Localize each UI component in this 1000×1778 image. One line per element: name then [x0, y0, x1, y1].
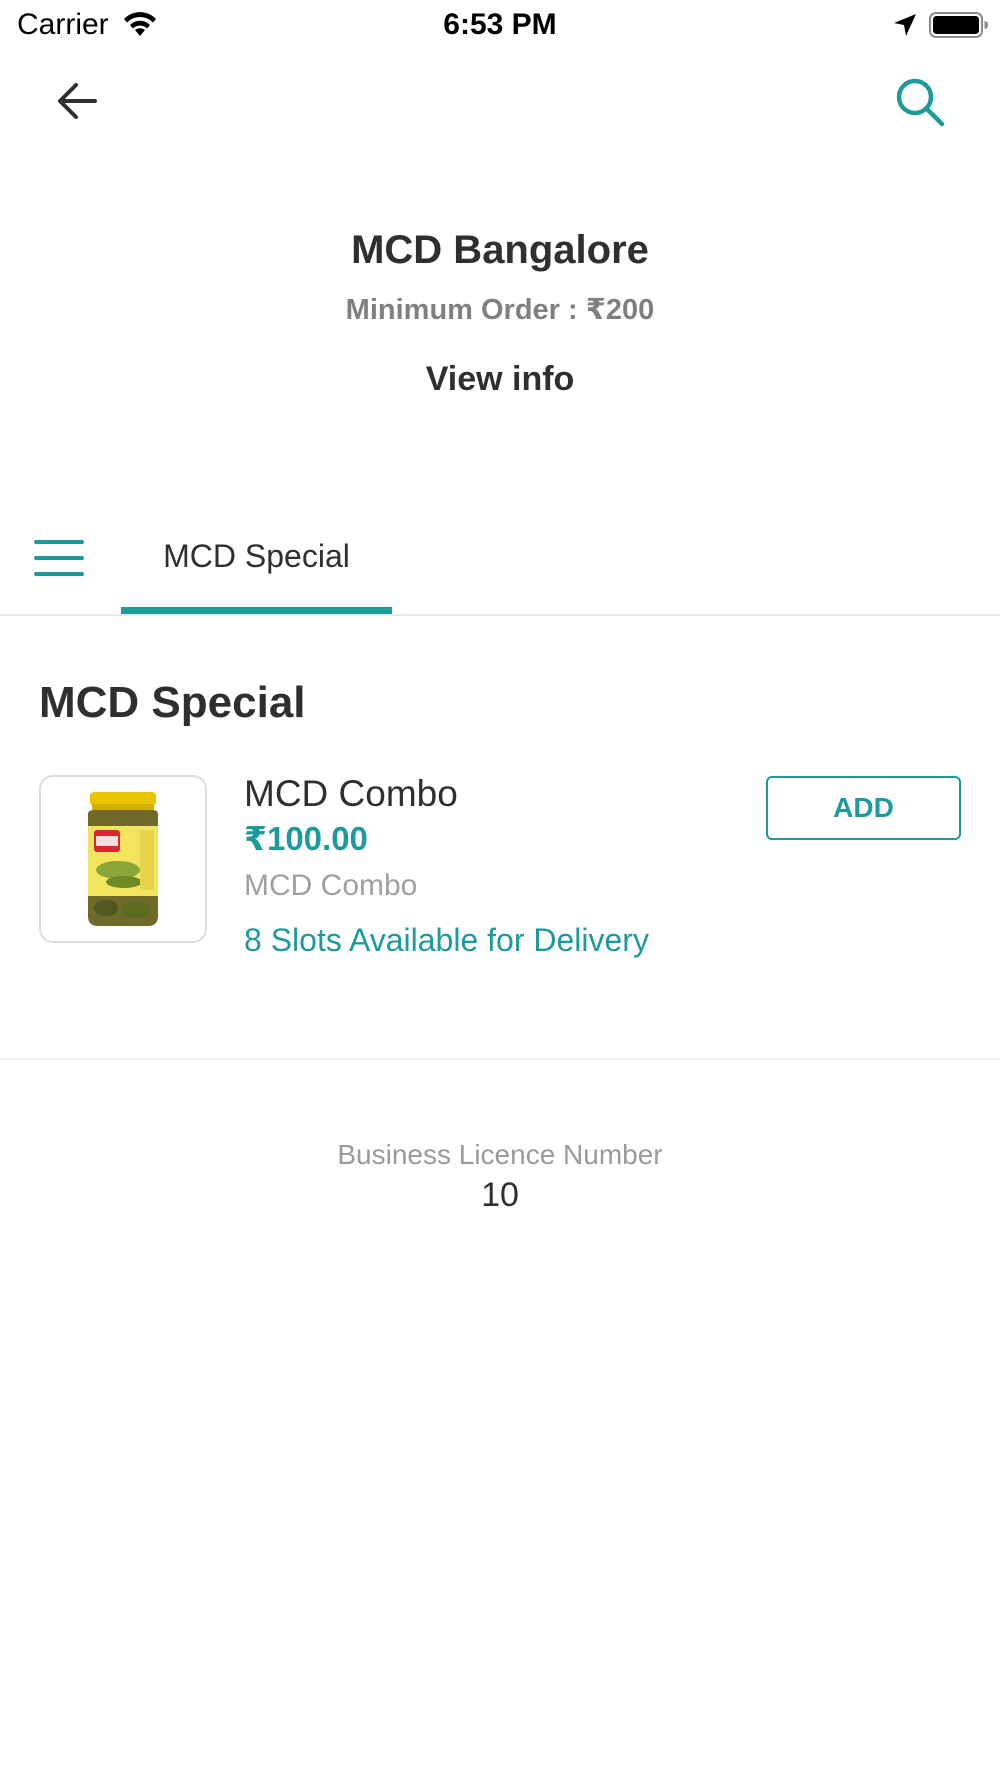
delivery-slots: 8 Slots Available for Delivery [244, 922, 649, 958]
product-description: MCD Combo [244, 869, 418, 902]
category-tab-bar: MCD Special [0, 510, 1000, 616]
pickle-jar-image [88, 792, 158, 926]
tab-label: MCD Special [163, 538, 350, 574]
tab-mcd-special[interactable]: MCD Special [121, 510, 392, 614]
section-title: MCD Special [39, 678, 306, 727]
search-button[interactable] [892, 74, 948, 130]
search-icon [896, 78, 945, 127]
product-name[interactable]: MCD Combo [244, 770, 458, 818]
status-bar: Carrier 6:53 PM [0, 0, 1000, 52]
store-name: MCD Bangalore [351, 228, 649, 272]
status-time: 6:53 PM [443, 8, 557, 41]
licence-number: 10 [481, 1176, 519, 1214]
arrow-left-icon [58, 83, 97, 119]
product-price: ₹100.00 [244, 820, 368, 857]
divider [0, 1058, 1000, 1060]
add-to-cart-button[interactable]: ADD [766, 776, 961, 840]
licence-label: Business Licence Number [337, 1139, 663, 1170]
active-tab-indicator [121, 607, 392, 614]
back-button[interactable] [52, 78, 102, 124]
product-image[interactable] [39, 775, 207, 943]
view-info-link[interactable]: View info [426, 356, 575, 402]
battery-icon [929, 12, 988, 38]
business-licence: Business Licence Number 10 [0, 1136, 1000, 1216]
hamburger-menu-icon[interactable] [34, 534, 86, 582]
store-page: Carrier 6:53 PM MCD Bangalore Minimum Or… [0, 0, 1000, 1778]
store-header: MCD Bangalore Minimum Order : ₹200 View … [0, 222, 1000, 402]
minimum-order: Minimum Order : ₹200 [345, 294, 655, 326]
menu-line [34, 556, 84, 560]
location-arrow-icon [894, 14, 916, 36]
menu-line [34, 572, 84, 576]
menu-line [34, 540, 84, 544]
